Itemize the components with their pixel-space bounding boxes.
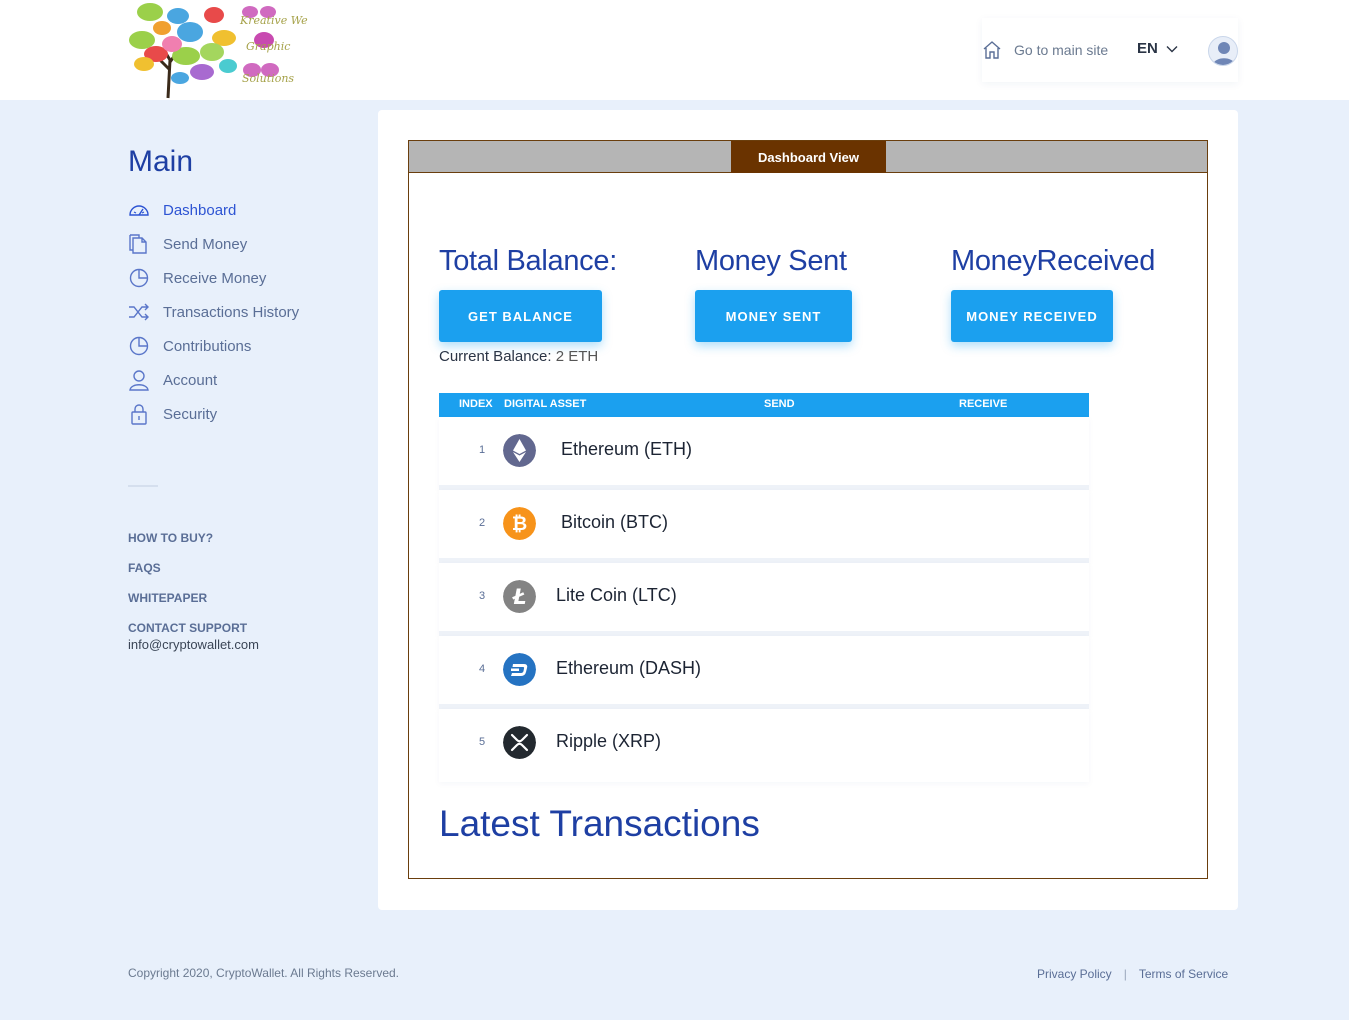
sidebar: Main Dashboard Send Money Receive Money … [128,145,358,652]
chevron-down-icon [1166,45,1178,52]
total-balance-block: Total Balance: GET BALANCE Current Balan… [439,245,617,365]
sidebar-item-send-money[interactable]: Send Money [128,227,358,261]
column-header-digital-asset: DIGITAL ASSET [504,398,587,410]
latest-transactions-heading: Latest Transactions [439,803,760,844]
sidebar-item-label: Send Money [163,235,248,253]
sidebar-item-security[interactable]: Security [128,397,358,431]
sidebar-item-dashboard[interactable]: Dashboard [128,193,358,227]
user-avatar[interactable] [1208,36,1238,66]
sidebar-item-label: Contributions [163,337,252,355]
panel-tab-bar: Dashboard View [409,141,1207,173]
lock-icon [131,404,147,425]
pie-chart-icon [129,336,149,356]
tab-dashboard-view[interactable]: Dashboard View [731,141,886,173]
dashboard-icon [129,205,149,216]
asset-name: Bitcoin (BTC) [561,512,669,532]
table-row[interactable]: 1 Ethereum (ETH) [439,417,1089,490]
sidebar-item-label: Receive Money [163,269,267,287]
money-sent-block: Money Sent MONEY SENT [695,245,852,342]
total-balance-heading: Total Balance: [439,245,617,277]
svg-text:Graphic: Graphic [246,40,290,53]
footer-links: Privacy Policy | Terms of Service [1037,967,1228,981]
dashboard-panel: Dashboard View Total Balance: GET BALANC… [408,140,1208,879]
header-actions: Go to main site EN [982,18,1238,82]
asset-name: Ripple (XRP) [556,731,662,751]
litecoin-icon: Ł [503,580,536,613]
asset-name: Ethereum (ETH) [561,439,693,459]
money-received-heading: MoneyReceived [951,245,1156,277]
sidebar-item-transactions-history[interactable]: Transactions History [128,295,358,329]
dash-icon [503,653,536,686]
asset-name: Lite Coin (LTC) [556,585,677,605]
ethereum-icon [503,434,536,467]
sidebar-item-contributions[interactable]: Contributions [128,329,358,363]
row-index: 1 [479,444,486,456]
current-balance-label: Current Balance: [439,348,552,365]
go-to-main-site-link[interactable]: Go to main site [982,40,1108,60]
current-balance-value: 2 ETH [555,348,599,365]
svg-text:Kreative Web: Kreative Web [239,14,308,27]
row-index: 4 [479,663,486,675]
document-icon [129,234,147,254]
sidebar-item-account[interactable]: Account [128,363,358,397]
column-header-index: INDEX [459,398,493,410]
privacy-policy-link[interactable]: Privacy Policy [1037,967,1112,981]
money-sent-heading: Money Sent [695,245,847,277]
row-index: 5 [479,736,486,748]
site-logo[interactable]: Kreative Web Graphic Solutions [128,0,315,100]
user-icon [129,370,149,391]
table-row[interactable]: 3 Ł Lite Coin (LTC) [439,563,1089,636]
footer-separator: | [1123,967,1127,981]
ripple-icon [503,726,536,759]
svg-text:Solutions: Solutions [242,72,294,85]
svg-text:₿: ₿ [512,513,527,535]
language-selector[interactable]: EN [1137,40,1178,57]
row-index: 2 [479,517,486,529]
asset-name: Ethereum (DASH) [556,658,702,678]
top-header: Kreative Web Graphic Solutions Go to mai… [0,0,1349,100]
get-balance-button[interactable]: GET BALANCE [439,290,602,342]
sidebar-title: Main [128,145,194,178]
money-sent-button[interactable]: MONEY SENT [695,290,852,342]
avatar-icon [1213,42,1235,65]
money-received-block: MoneyReceived MONEY RECEIVED [951,245,1155,342]
logo-tree-icon: Kreative Web Graphic Solutions [129,3,315,99]
terms-of-service-link[interactable]: Terms of Service [1139,967,1228,981]
how-to-buy-link[interactable]: HOW TO BUY? [128,531,358,561]
shuffle-icon [129,303,149,321]
sidebar-item-label: Dashboard [163,201,237,219]
current-balance: Current Balance: 2 ETH [439,348,617,365]
sidebar-item-label: Security [163,405,218,423]
column-header-send: SEND [764,398,795,410]
main-card: Dashboard View Total Balance: GET BALANC… [378,110,1238,910]
row-index: 3 [479,590,486,602]
sidebar-item-receive-money[interactable]: Receive Money [128,261,358,295]
money-received-button[interactable]: MONEY RECEIVED [951,290,1113,342]
sidebar-item-label: Account [163,371,218,389]
faqs-link[interactable]: FAQS [128,561,358,591]
whitepaper-link[interactable]: WHITEPAPER [128,591,358,621]
home-icon [983,41,1001,59]
pie-chart-icon [129,268,149,288]
table-header: INDEX DIGITAL ASSET SEND RECEIVE [439,393,1089,417]
column-header-receive: RECEIVE [959,398,1008,410]
table-row[interactable]: 5 Ripple (XRP) [439,709,1089,782]
table-row[interactable]: 2 ₿ Bitcoin (BTC) [439,490,1089,563]
copyright-text: Copyright 2020, CryptoWallet. All Rights… [128,966,400,980]
table-row[interactable]: 4 Ethereum (DASH) [439,636,1089,709]
svg-text:Ł: Ł [512,585,527,609]
sidebar-item-label: Transactions History [163,303,300,321]
sidebar-divider [128,485,158,487]
language-value: EN [1137,40,1158,57]
main-site-label: Go to main site [1014,42,1109,58]
asset-table: INDEX DIGITAL ASSET SEND RECEIVE 1 Ether… [439,393,1089,782]
support-email: info@cryptowallet.com [128,637,259,652]
bitcoin-icon: ₿ [503,507,536,540]
